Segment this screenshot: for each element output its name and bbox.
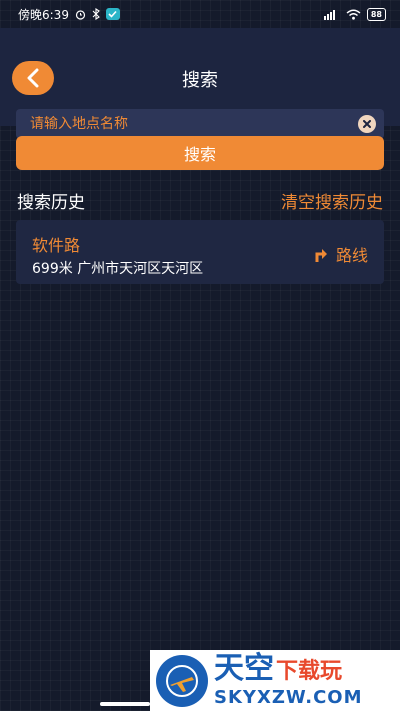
signal-icon xyxy=(323,9,335,20)
watermark-tagline: 下载玩 xyxy=(276,659,343,684)
place-address: 广州市天河区天河区 xyxy=(77,261,204,277)
clear-input-button[interactable] xyxy=(358,115,376,133)
clear-history-button[interactable]: 清空搜索历史 xyxy=(281,188,383,213)
watermark-text: 天空 下载玩 SKYXZW.COM xyxy=(214,653,363,708)
place-name: 软件路 xyxy=(32,236,81,255)
status-time: 傍晚6:39 xyxy=(18,7,69,22)
watermark-brand: 天空 xyxy=(214,651,274,686)
header: 搜索 xyxy=(0,28,400,139)
alarm-icon xyxy=(75,9,86,20)
search-input[interactable] xyxy=(30,116,358,132)
close-icon xyxy=(363,120,371,128)
page-title: 搜索 xyxy=(182,70,218,91)
notification-check-icon xyxy=(105,8,120,20)
route-icon xyxy=(315,249,327,262)
route-label: 路线 xyxy=(335,246,368,265)
place-info: 699米 广州市天河区天河区 xyxy=(32,258,203,278)
history-title: 搜索历史 xyxy=(17,193,85,213)
search-field[interactable] xyxy=(16,109,384,139)
home-indicator[interactable] xyxy=(100,702,150,706)
status-right: 88 xyxy=(323,7,386,21)
route-button[interactable]: 路线 xyxy=(314,242,368,266)
watermark-logo: 天空 下载玩 SKYXZW.COM xyxy=(150,650,400,711)
wifi-icon xyxy=(346,9,361,20)
bluetooth-icon xyxy=(92,8,100,20)
status-bar: 傍晚6:39 88 xyxy=(0,0,400,28)
history-item[interactable]: 软件路 699米 广州市天河区天河区 路线 xyxy=(16,220,384,284)
watermark-url: SKYXZW.COM xyxy=(214,687,363,708)
status-left: 傍晚6:39 xyxy=(18,6,120,23)
search-button[interactable]: 搜索 xyxy=(16,136,384,170)
battery-icon: 88 xyxy=(366,7,386,21)
place-distance: 699米 xyxy=(32,261,73,277)
watermark-plane-icon xyxy=(156,654,208,707)
